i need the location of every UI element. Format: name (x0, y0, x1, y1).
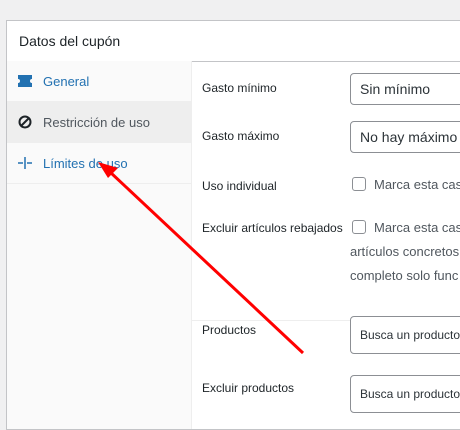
exclude-sale-label: Excluir artículos rebajados (202, 221, 343, 235)
exclude-products-search-input[interactable]: Busca un producto (350, 375, 460, 413)
exclude-sale-desc-line2: artículos concretos (350, 244, 460, 259)
panel-title: Datos del cupón (7, 21, 460, 62)
individual-use-checkbox[interactable] (352, 177, 366, 191)
max-spend-label: Gasto máximo (202, 129, 280, 143)
products-search-input[interactable]: Busca un producto (350, 316, 460, 354)
exclude-sale-checkbox[interactable] (352, 220, 366, 234)
coupon-tabs: General Restricción de uso Límites de us… (7, 61, 192, 429)
individual-use-label: Uso individual (202, 179, 277, 193)
tab-usage-limits-label: Límites de uso (43, 155, 128, 171)
individual-use-text: Marca esta cas (374, 177, 460, 192)
coupon-data-panel: Datos del cupón General Restricción de u… (6, 20, 460, 430)
max-spend-input[interactable]: No hay máximo (350, 121, 460, 153)
products-label: Productos (202, 323, 257, 337)
limits-icon (17, 155, 33, 171)
exclude-sale-text: Marca esta cas (374, 220, 460, 235)
exclude-products-label: Excluir productos (202, 381, 295, 395)
tab-usage-restriction-label: Restricción de uso (43, 114, 150, 130)
exclude-sale-desc-line3: completo solo func (350, 268, 459, 283)
restriction-panel: Gasto mínimo Sin mínimo Gasto máximo No … (192, 61, 460, 429)
min-spend-label: Gasto mínimo (202, 81, 277, 95)
block-icon (17, 114, 33, 130)
tab-usage-restriction[interactable]: Restricción de uso (7, 102, 191, 143)
min-spend-input[interactable]: Sin mínimo (350, 73, 460, 105)
tab-usage-limits[interactable]: Límites de uso (7, 143, 191, 184)
tab-general[interactable]: General (7, 61, 191, 102)
tab-general-label: General (43, 73, 90, 89)
ticket-icon (17, 73, 33, 89)
